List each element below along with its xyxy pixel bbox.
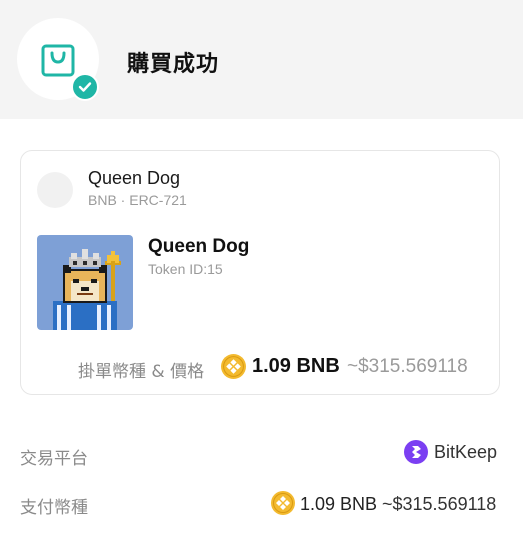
payment-amount: 1.09 BNB: [300, 494, 378, 514]
bitkeep-logo-icon: [404, 440, 428, 464]
collection-chain-standard: BNB · ERC-721: [88, 192, 187, 208]
nft-order-card: Queen Dog BNB · ERC-721 Queen Dog Token …: [20, 150, 500, 395]
payment-currency-label: 支付幣種: [20, 498, 88, 518]
collection-name[interactable]: Queen Dog: [88, 168, 180, 189]
listing-price-usd: ~$315.569118: [347, 356, 468, 377]
nft-thumbnail[interactable]: [37, 235, 133, 330]
success-check-badge: [71, 73, 99, 101]
success-header: 購買成功: [0, 0, 523, 119]
exchange-platform-value[interactable]: BitKeep: [434, 442, 497, 463]
listing-price-label: 掛單幣種 & 價格: [78, 362, 205, 382]
bnb-coin-icon: [221, 354, 246, 379]
listing-price-amount: 1.09 BNB: [252, 355, 340, 377]
exchange-platform-label: 交易平台: [20, 449, 88, 469]
collection-avatar: [37, 172, 73, 208]
check-icon: [78, 82, 92, 92]
page-title: 購買成功: [127, 52, 220, 77]
shopping-bag-icon: [41, 44, 75, 77]
nft-token-id: Token ID:15: [148, 261, 223, 277]
nft-name: Queen Dog: [148, 236, 250, 257]
bnb-coin-icon: [271, 491, 295, 515]
payment-usd: ~$315.569118: [382, 494, 497, 514]
